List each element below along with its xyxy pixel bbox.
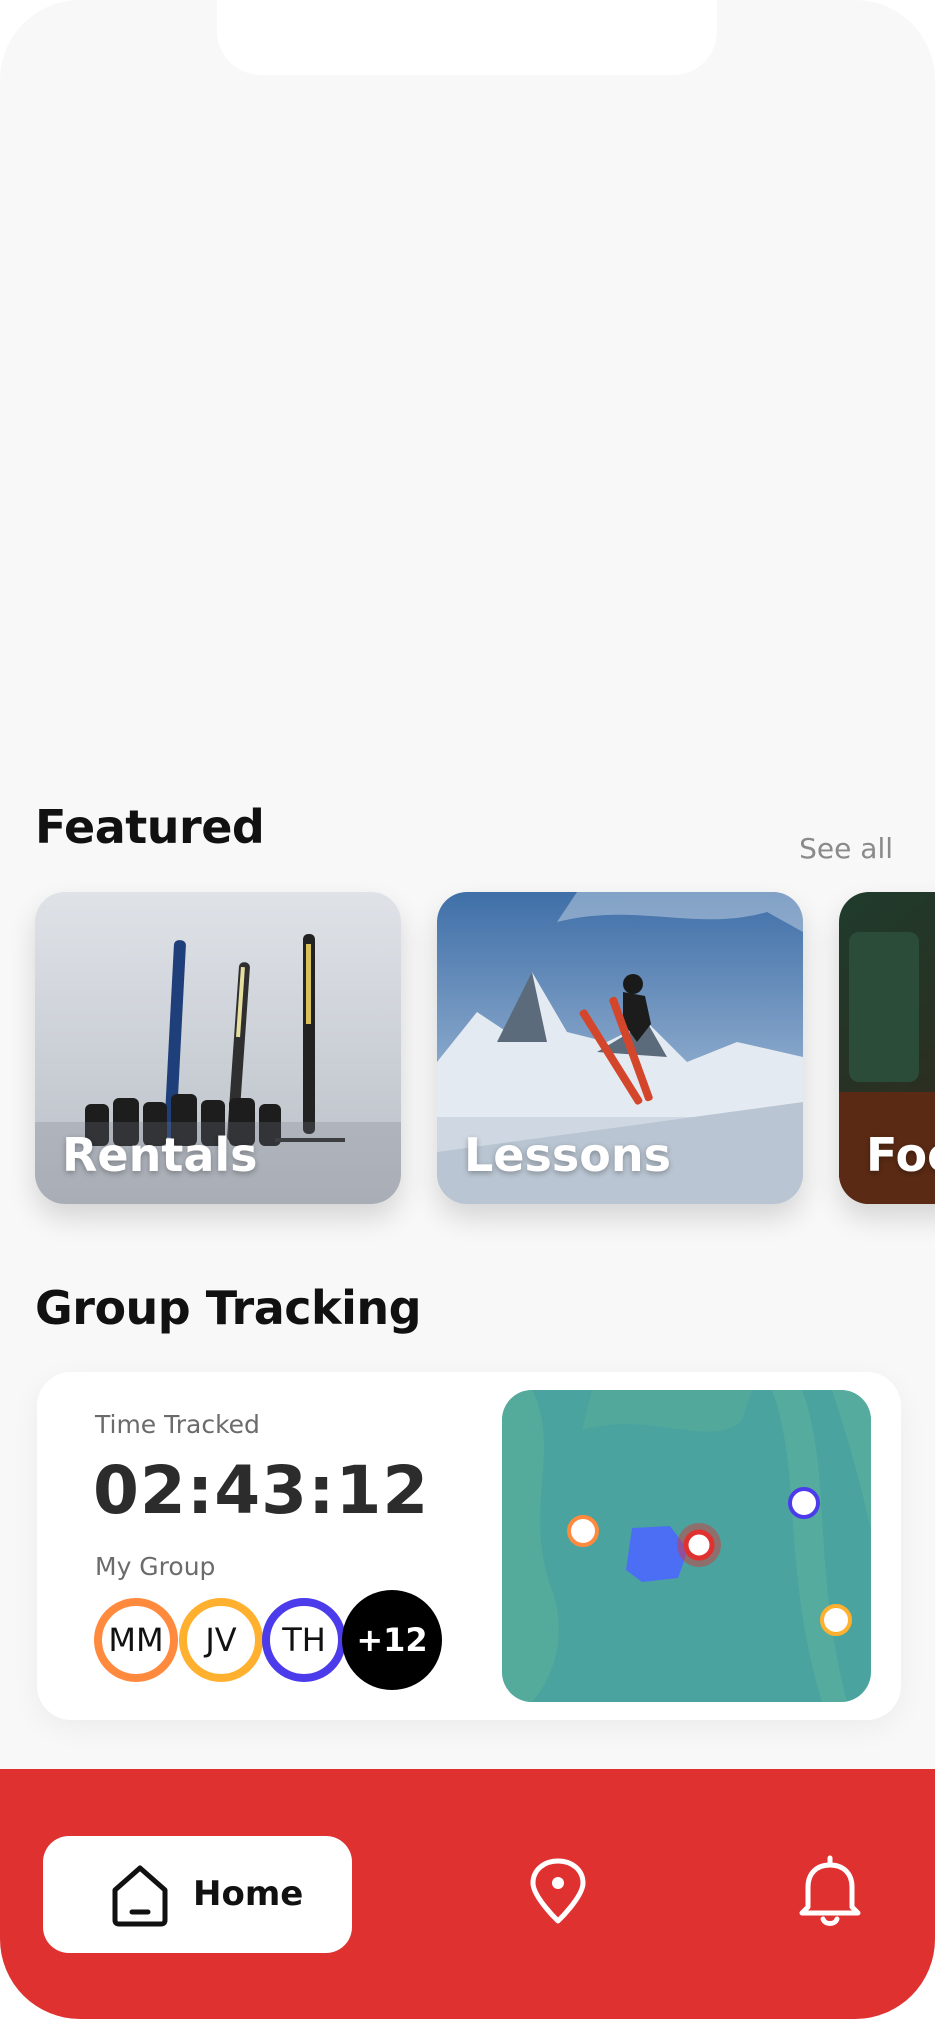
- nav-home-button[interactable]: Home: [43, 1836, 352, 1953]
- featured-card-rentals[interactable]: Rentals: [35, 892, 401, 1204]
- phone-screen: Featured See all Rentals Lessons Fo Grou…: [0, 0, 935, 2019]
- member-marker-th: [788, 1487, 820, 1519]
- home-icon: [112, 1865, 168, 1927]
- notch: [217, 0, 717, 75]
- nav-home-label: Home: [193, 1874, 304, 1914]
- avatar-more[interactable]: +12: [342, 1590, 442, 1690]
- avatar-mm[interactable]: MM: [94, 1598, 178, 1682]
- location-pin-icon[interactable]: [523, 1857, 593, 1927]
- card-label-rentals: Rentals: [62, 1128, 258, 1182]
- member-marker-mm: [567, 1515, 599, 1547]
- my-location-marker: [683, 1529, 715, 1561]
- featured-title: Featured: [35, 800, 265, 854]
- avatar-jv[interactable]: JV: [179, 1598, 263, 1682]
- group-map[interactable]: [502, 1390, 871, 1702]
- card-label-food: Food: [866, 1128, 935, 1182]
- bell-icon[interactable]: [795, 1855, 865, 1929]
- group-tracking-card[interactable]: Time Tracked 02:43:12 My Group MM JV TH …: [37, 1372, 901, 1720]
- map-graphic: [502, 1390, 871, 1702]
- avatar-th[interactable]: TH: [262, 1598, 346, 1682]
- featured-card-lessons[interactable]: Lessons: [437, 892, 803, 1204]
- group-tracking-title: Group Tracking: [35, 1281, 422, 1335]
- see-all-link[interactable]: See all: [799, 832, 893, 865]
- my-group-label: My Group: [95, 1552, 216, 1581]
- card-label-lessons: Lessons: [464, 1128, 671, 1182]
- member-marker-jv: [820, 1604, 852, 1636]
- bottom-nav: Home: [0, 1769, 935, 2019]
- time-tracked-value: 02:43:12: [93, 1452, 430, 1529]
- featured-card-food[interactable]: Food: [839, 892, 935, 1204]
- time-tracked-label: Time Tracked: [95, 1410, 260, 1439]
